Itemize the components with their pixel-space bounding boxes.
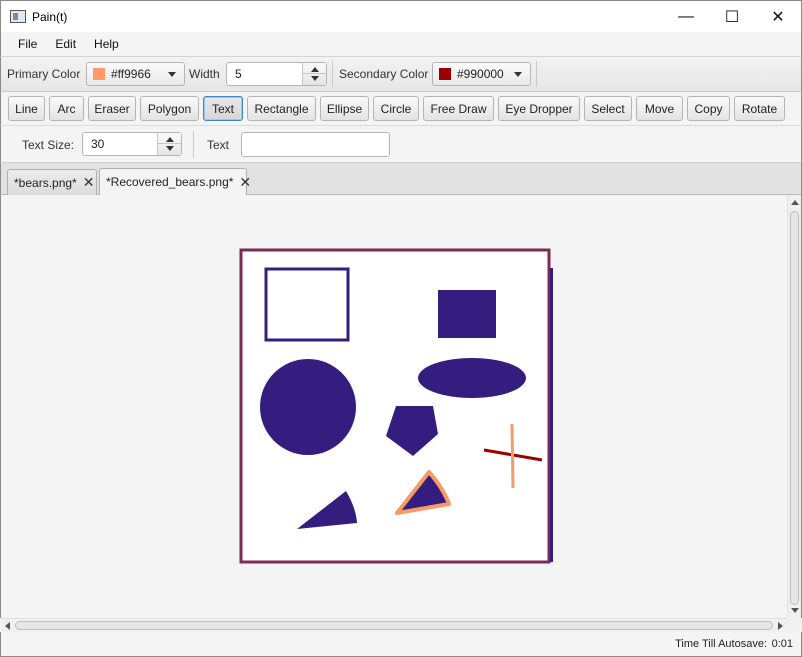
canvas-image bbox=[239, 248, 553, 564]
scroll-down-icon[interactable] bbox=[791, 608, 799, 613]
tool-rectangle-button[interactable]: Rectangle bbox=[247, 96, 316, 121]
drawing-canvas[interactable] bbox=[239, 248, 553, 566]
scroll-right-icon[interactable] bbox=[778, 622, 783, 630]
primary-color-label: Primary Color bbox=[7, 67, 81, 81]
minimize-button[interactable]: — bbox=[663, 1, 709, 33]
close-button[interactable]: ✕ bbox=[755, 1, 801, 33]
orange-line bbox=[510, 423, 515, 489]
chevron-down-icon bbox=[514, 72, 522, 77]
spinner-up-icon[interactable] bbox=[166, 137, 174, 142]
tools-toolbar: Line Arc Eraser Polygon Text Rectangle E… bbox=[0, 92, 802, 126]
maximize-icon: ☐ bbox=[724, 9, 740, 26]
autosave-label: Time Till Autosave: bbox=[675, 638, 767, 650]
tab-label: *bears.png* bbox=[14, 175, 77, 190]
tool-line-button[interactable]: Line bbox=[8, 96, 45, 121]
text-label: Text bbox=[207, 138, 230, 152]
menu-bar: File Edit Help bbox=[0, 32, 802, 56]
separator bbox=[536, 61, 537, 87]
vertical-scroll-thumb[interactable] bbox=[790, 211, 799, 605]
spinner-down-icon[interactable] bbox=[311, 76, 319, 81]
secondary-color-picker[interactable]: #990000 bbox=[432, 62, 531, 86]
tool-circle-button[interactable]: Circle bbox=[373, 96, 419, 121]
tool-eraser-button[interactable]: Eraser bbox=[88, 96, 136, 121]
tool-copy-button[interactable]: Copy bbox=[687, 96, 730, 121]
tab-recovered-bears[interactable]: *Recovered_bears.png* ✕ bbox=[99, 168, 251, 195]
menu-help[interactable]: Help bbox=[85, 37, 128, 51]
menu-edit[interactable]: Edit bbox=[46, 37, 85, 51]
tool-eye-dropper-button[interactable]: Eye Dropper bbox=[498, 96, 580, 121]
window-title: Pain(t) bbox=[32, 9, 68, 24]
chevron-down-icon bbox=[168, 72, 176, 77]
secondary-color-value: #990000 bbox=[457, 67, 504, 81]
close-icon: ✕ bbox=[771, 9, 785, 26]
primary-color-value: #ff9966 bbox=[111, 67, 151, 81]
width-value: 5 bbox=[235, 67, 242, 81]
scroll-corner bbox=[787, 618, 801, 632]
tool-free-draw-button[interactable]: Free Draw bbox=[423, 96, 494, 121]
text-size-value: 30 bbox=[91, 137, 105, 151]
width-label: Width bbox=[189, 67, 220, 81]
horizontal-scrollbar[interactable] bbox=[1, 618, 787, 632]
text-size-label: Text Size: bbox=[22, 138, 75, 152]
canvas-edge-mark bbox=[550, 268, 553, 562]
tool-rotate-button[interactable]: Rotate bbox=[734, 96, 785, 121]
primary-color-swatch bbox=[93, 68, 105, 80]
minimize-icon: — bbox=[678, 8, 694, 25]
tool-ellipse-button[interactable]: Ellipse bbox=[320, 96, 369, 121]
menu-file[interactable]: File bbox=[9, 37, 46, 51]
text-options-toolbar: Text Size: 30 Text bbox=[0, 126, 802, 163]
filled-rectangle bbox=[438, 290, 496, 338]
tool-text-button[interactable]: Text bbox=[203, 96, 243, 121]
vertical-scrollbar[interactable] bbox=[787, 195, 801, 618]
canvas-area bbox=[0, 195, 802, 618]
close-tab-icon[interactable]: ✕ bbox=[239, 174, 251, 191]
scroll-up-icon[interactable] bbox=[791, 200, 799, 205]
app-icon bbox=[10, 10, 26, 23]
spinner-up-icon[interactable] bbox=[311, 67, 319, 72]
tab-bar: *bears.png* ✕ *Recovered_bears.png* ✕ bbox=[0, 163, 802, 195]
width-spinner[interactable]: 5 bbox=[226, 62, 327, 86]
secondary-color-swatch bbox=[439, 68, 451, 80]
separator bbox=[193, 131, 194, 158]
primary-color-picker[interactable]: #ff9966 bbox=[86, 62, 185, 86]
status-bar: Time Till Autosave: 0:01 bbox=[0, 632, 802, 657]
text-size-spinner[interactable]: 30 bbox=[82, 132, 182, 156]
tab-bears[interactable]: *bears.png* ✕ bbox=[7, 169, 97, 195]
color-toolbar: Primary Color #ff9966 Width 5 Secondary … bbox=[0, 56, 802, 92]
tool-polygon-button[interactable]: Polygon bbox=[140, 96, 199, 121]
horizontal-scroll-thumb[interactable] bbox=[15, 621, 773, 630]
tab-label: *Recovered_bears.png* bbox=[106, 175, 234, 189]
secondary-color-label: Secondary Color bbox=[339, 67, 429, 81]
close-tab-icon[interactable]: ✕ bbox=[83, 174, 95, 191]
title-bar: Pain(t) — ☐ ✕ bbox=[0, 0, 802, 32]
separator bbox=[332, 61, 333, 87]
scroll-left-icon[interactable] bbox=[5, 622, 10, 630]
text-input[interactable] bbox=[241, 132, 390, 157]
filled-ellipse bbox=[418, 358, 526, 398]
autosave-countdown: 0:01 bbox=[771, 638, 793, 650]
tool-move-button[interactable]: Move bbox=[636, 96, 683, 121]
tool-arc-button[interactable]: Arc bbox=[49, 96, 84, 121]
filled-circle bbox=[260, 359, 356, 455]
tool-select-button[interactable]: Select bbox=[584, 96, 632, 121]
spinner-down-icon[interactable] bbox=[166, 146, 174, 151]
window-controls: — ☐ ✕ bbox=[663, 1, 801, 33]
maximize-button[interactable]: ☐ bbox=[709, 1, 755, 33]
